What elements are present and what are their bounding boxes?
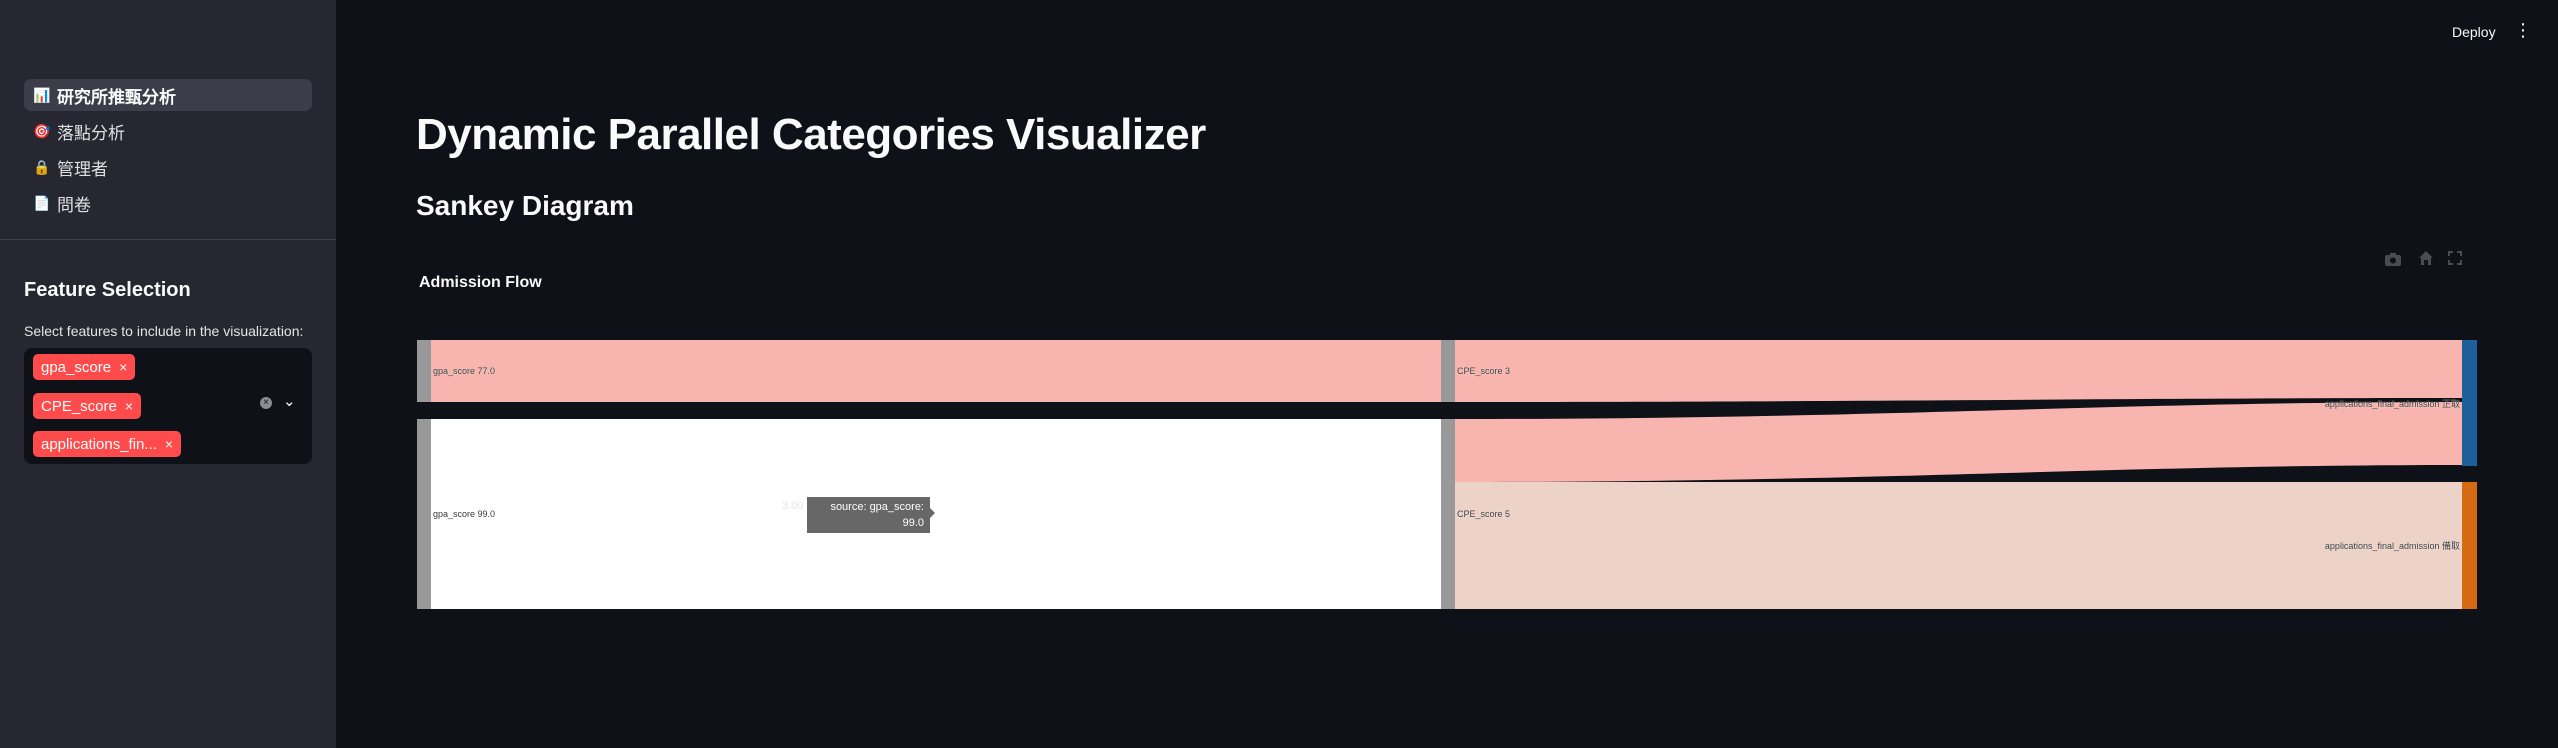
link-cpe5-admit[interactable] <box>1455 402 2462 482</box>
link-cpe3-admit[interactable] <box>1455 340 2462 402</box>
node-admission-waitlist[interactable] <box>2462 482 2477 609</box>
node-cpe-5[interactable] <box>1441 419 1455 609</box>
node-label: applications_final_admission 備取 <box>2324 541 2460 551</box>
tooltip-pointer <box>929 507 935 519</box>
node-label: CPE_score 3 <box>1457 366 1511 376</box>
node-gpa-99[interactable] <box>417 419 431 609</box>
node-admission-accepted[interactable] <box>2462 340 2477 466</box>
node-label: applications_final_admission 正取 <box>2324 399 2460 409</box>
node-label: gpa_score 77.0 <box>433 366 496 376</box>
tooltip-source: source: gpa_score: 99.0 <box>830 501 924 529</box>
node-gpa-77[interactable] <box>417 340 431 402</box>
tooltip-value: 3.00 <box>782 500 804 512</box>
hover-tooltip: source: gpa_score: 99.0 target: CPE_scor… <box>807 497 930 545</box>
node-label: gpa_score 99.0 <box>433 509 496 519</box>
link-gpa77-cpe3[interactable] <box>431 340 1441 402</box>
tooltip-target: target: CPE_score: 5 <box>821 533 924 545</box>
node-label: CPE_score 5 <box>1457 509 1511 519</box>
sankey-diagram <box>417 340 2477 609</box>
link-cpe5-waitlist[interactable] <box>1455 482 2462 609</box>
node-cpe-3[interactable] <box>1441 340 1455 402</box>
